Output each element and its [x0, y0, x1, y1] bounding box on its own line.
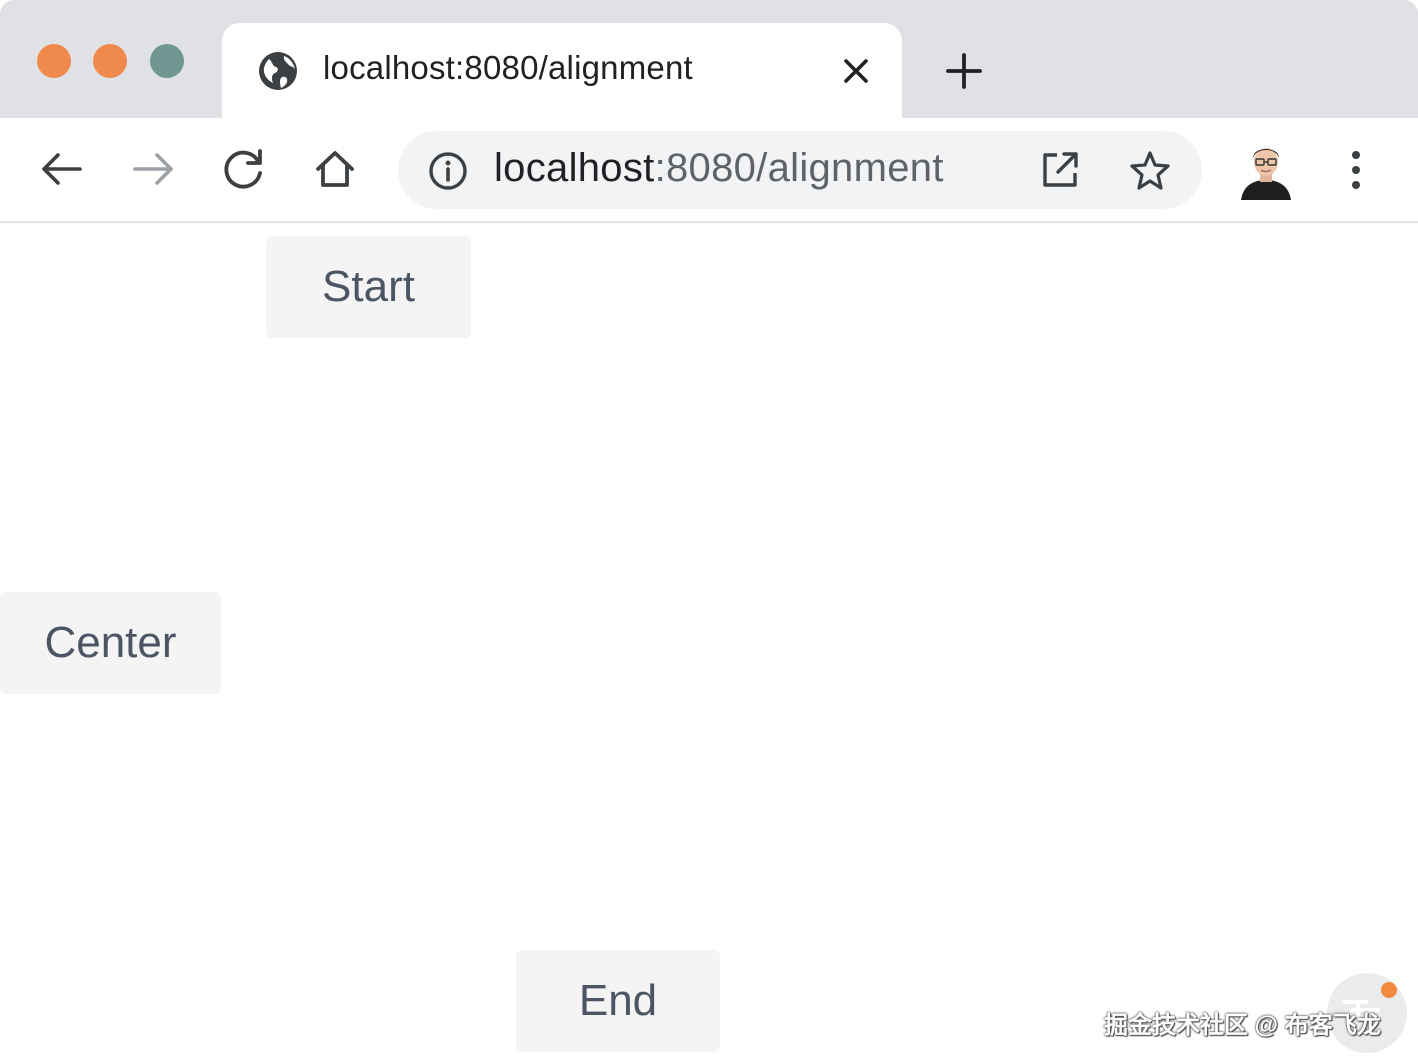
window-zoom-button[interactable]: [150, 44, 184, 78]
tab-strip: localhost:8080/alignment: [0, 0, 1418, 118]
url-path: :8080/alignment: [654, 146, 944, 190]
browser-toolbar: localhost:8080/alignment: [0, 118, 1418, 223]
star-icon[interactable]: [1130, 150, 1170, 190]
home-icon[interactable]: [311, 145, 359, 193]
close-icon[interactable]: [840, 55, 872, 87]
watermark-text: 掘金技术社区 @ 布客飞龙: [1104, 1012, 1381, 1039]
window-minimize-button[interactable]: [93, 44, 127, 78]
url-text[interactable]: localhost:8080/alignment: [494, 146, 944, 191]
info-icon[interactable]: [428, 151, 468, 191]
reload-icon[interactable]: [220, 145, 268, 193]
url-host: localhost: [494, 146, 655, 190]
start-button[interactable]: Start: [266, 236, 471, 338]
kebab-menu-icon[interactable]: [1336, 146, 1376, 194]
page-viewport: Start Center End: [0, 223, 1418, 1063]
end-button[interactable]: End: [516, 950, 720, 1052]
tab-title: localhost:8080/alignment: [323, 49, 693, 86]
center-button[interactable]: Center: [0, 592, 221, 694]
window-close-button[interactable]: [37, 44, 71, 78]
address-bar[interactable]: localhost:8080/alignment: [398, 131, 1202, 209]
arrow-right-icon[interactable]: [129, 145, 177, 193]
plus-icon[interactable]: [945, 52, 983, 90]
active-tab[interactable]: localhost:8080/alignment: [222, 23, 902, 118]
open-external-icon[interactable]: [1040, 150, 1080, 190]
profile-avatar[interactable]: [1237, 140, 1295, 200]
globe-icon: [259, 52, 297, 90]
arrow-left-icon[interactable]: [38, 145, 86, 193]
